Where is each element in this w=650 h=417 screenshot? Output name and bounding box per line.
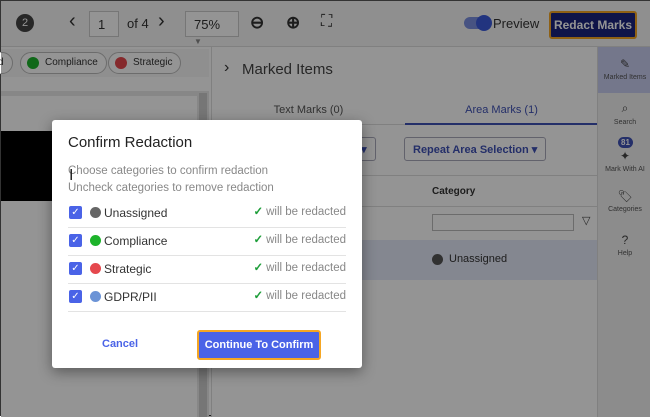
category-row-strategic: ✓ Strategic ✓ will be redacted [68, 256, 346, 284]
check-icon: ✓ [253, 290, 264, 302]
redaction-status: ✓ will be redacted [253, 204, 346, 218]
check-icon: ✓ [253, 206, 264, 218]
continue-to-confirm-button[interactable]: Continue To Confirm [197, 330, 321, 360]
status-text: will be redacted [266, 262, 346, 274]
checkbox[interactable]: ✓ [69, 262, 82, 275]
redaction-status: ✓ will be redacted [253, 232, 346, 246]
color-dot [90, 207, 101, 218]
color-dot [90, 263, 101, 274]
category-row-compliance: ✓ Compliance ✓ will be redacted [68, 228, 346, 256]
redaction-status: ✓ will be redacted [253, 260, 346, 274]
color-dot [90, 291, 101, 302]
check-icon: ✓ [253, 262, 264, 274]
redaction-status: ✓ will be redacted [253, 288, 346, 302]
cancel-button[interactable]: Cancel [102, 338, 138, 350]
status-text: will be redacted [266, 290, 346, 302]
dialog-title: Confirm Redaction [68, 134, 193, 151]
status-text: will be redacted [266, 234, 346, 246]
category-label: Strategic [104, 262, 152, 276]
category-row-gdpr-pii: ✓ GDPR/PII ✓ will be redacted [68, 284, 346, 312]
dialog-instruction: Uncheck categories to remove redaction [68, 182, 274, 194]
checkbox[interactable]: ✓ [69, 206, 82, 219]
category-row-unassigned: ✓ Unassigned ✓ will be redacted [68, 200, 346, 228]
color-dot [90, 235, 101, 246]
checkbox[interactable]: ✓ [69, 234, 82, 247]
status-text: will be redacted [266, 206, 346, 218]
checkbox[interactable]: ✓ [69, 290, 82, 303]
dialog-instruction: Choose categories to confirm redaction [68, 165, 269, 177]
check-icon: ✓ [253, 234, 264, 246]
confirm-redaction-dialog: Confirm Redaction Choose categories to c… [52, 120, 362, 368]
category-label: Compliance [104, 234, 168, 248]
text-cursor-icon: I [69, 167, 74, 184]
category-label: GDPR/PII [104, 290, 157, 304]
category-label: Unassigned [104, 206, 168, 220]
